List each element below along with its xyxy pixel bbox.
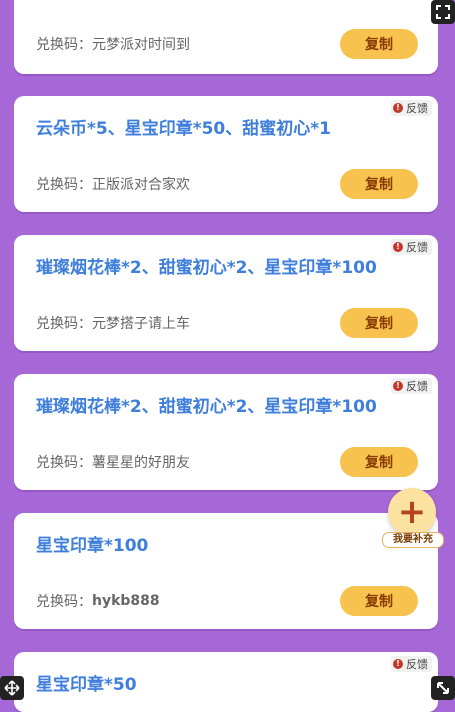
reward-title: 璀璨烟花棒*2、甜蜜初心*2、星宝印章*100: [36, 397, 377, 417]
code-row: 兑换码： 元梦派对时间到 复制: [36, 29, 418, 59]
expand-icon-glyph: [436, 5, 450, 19]
fullscreen-icon-glyph: [437, 682, 449, 694]
alert-icon: !: [393, 659, 403, 669]
code-card: 星宝印章*100 兑换码： hykb888 复制: [14, 513, 438, 629]
copy-button[interactable]: 复制: [340, 308, 418, 338]
code-card: ! 反馈 璀璨烟花棒*2、甜蜜初心*2、星宝印章*100 兑换码： 薯星星的好朋…: [14, 374, 438, 490]
feedback-button[interactable]: ! 反馈: [391, 100, 432, 116]
feedback-label: 反馈: [406, 658, 428, 671]
feedback-label: 反馈: [406, 102, 428, 115]
code-value: 元梦派对时间到: [92, 37, 190, 53]
code-row: 兑换码： 正版派对合家欢 复制: [36, 169, 418, 199]
expand-icon[interactable]: [431, 0, 455, 24]
code-value: 元梦搭子请上车: [92, 316, 190, 332]
code-label: 兑换码：: [36, 37, 92, 53]
move-icon[interactable]: [0, 676, 24, 700]
reward-title: 星宝印章*100: [36, 536, 149, 556]
feedback-button[interactable]: ! 反馈: [391, 239, 432, 255]
reward-title: 星宝印章*50: [36, 675, 137, 695]
code-card: ! 反馈 星宝印章*50: [14, 652, 438, 712]
code-card: ! 反馈 璀璨烟花棒*2、甜蜜初心*2、星宝印章*100 兑换码： 元梦搭子请上…: [14, 235, 438, 351]
code-value: 薯星星的好朋友: [92, 455, 190, 471]
copy-button[interactable]: 复制: [340, 586, 418, 616]
code-value: hykb888: [92, 593, 160, 609]
plus-icon: +: [388, 488, 436, 536]
code-card: 兑换码： 元梦派对时间到 复制: [14, 0, 438, 74]
code-label: 兑换码：: [36, 455, 92, 471]
feedback-label: 反馈: [406, 380, 428, 393]
code-row: 兑换码： 薯星星的好朋友 复制: [36, 447, 418, 477]
fullscreen-icon[interactable]: [431, 676, 455, 700]
move-icon-glyph: [4, 680, 20, 696]
code-value: 正版派对合家欢: [92, 177, 190, 193]
code-label: 兑换码：: [36, 594, 92, 610]
add-code-button[interactable]: + 我要补充: [382, 488, 444, 550]
code-label: 兑换码：: [36, 177, 92, 193]
reward-title: 云朵币*5、星宝印章*50、甜蜜初心*1: [36, 119, 331, 139]
alert-icon: !: [393, 242, 403, 252]
feedback-button[interactable]: ! 反馈: [391, 656, 432, 672]
copy-button[interactable]: 复制: [340, 169, 418, 199]
feedback-button[interactable]: ! 反馈: [391, 378, 432, 394]
code-label: 兑换码：: [36, 316, 92, 332]
copy-button[interactable]: 复制: [340, 447, 418, 477]
code-row: 兑换码： hykb888 复制: [36, 586, 418, 616]
code-card: ! 反馈 云朵币*5、星宝印章*50、甜蜜初心*1 兑换码： 正版派对合家欢 复…: [14, 96, 438, 212]
code-row: 兑换码： 元梦搭子请上车 复制: [36, 308, 418, 338]
feedback-label: 反馈: [406, 241, 428, 254]
reward-title: 璀璨烟花棒*2、甜蜜初心*2、星宝印章*100: [36, 258, 377, 278]
alert-icon: !: [393, 103, 403, 113]
copy-button[interactable]: 复制: [340, 29, 418, 59]
alert-icon: !: [393, 381, 403, 391]
add-code-label: 我要补充: [382, 532, 444, 548]
